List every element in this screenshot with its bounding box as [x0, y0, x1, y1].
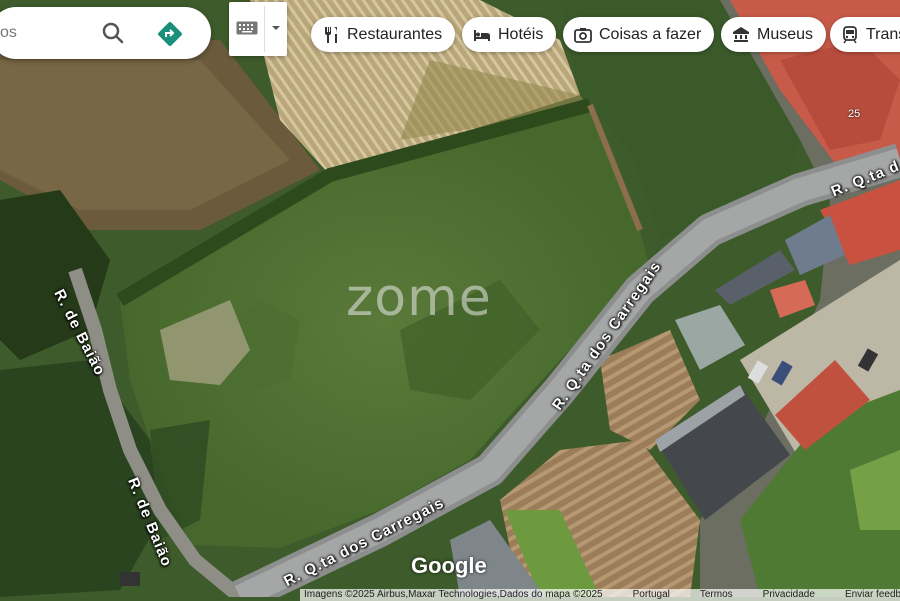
google-logo: Google	[411, 553, 487, 578]
chip-label: Museus	[757, 25, 814, 43]
privacy-link[interactable]: Privacidade	[763, 589, 815, 601]
chip-transit[interactable]: Trans	[830, 17, 900, 52]
search-icon[interactable]	[97, 17, 129, 49]
bed-icon	[473, 26, 491, 44]
keyboard-icon[interactable]	[236, 21, 258, 40]
feedback-link[interactable]: Enviar feedback	[845, 589, 900, 601]
chip-label: Restaurantes	[347, 25, 443, 43]
chevron-down-icon[interactable]	[271, 20, 281, 38]
house-number: 25	[848, 108, 861, 120]
transit-icon	[841, 25, 859, 44]
camera-icon	[574, 26, 592, 44]
chip-museums[interactable]: Museus	[721, 17, 827, 52]
chip-label: Trans	[866, 25, 900, 43]
chip-restaurants[interactable]: Restaurantes	[311, 17, 456, 52]
attribution-bar: Imagens ©2025 Airbus,Maxar Technologies,…	[300, 589, 900, 601]
divider	[264, 6, 265, 52]
fork-knife-icon	[322, 26, 340, 44]
imagery-credit: Imagens ©2025 Airbus,Maxar Technologies,…	[304, 589, 603, 600]
terms-link[interactable]: Termos	[700, 589, 733, 601]
museum-icon	[732, 26, 750, 44]
chip-label: Hotéis	[498, 25, 544, 43]
satellite-map[interactable]: R. de Baião R. de Baião R. Q.ta dos Carr…	[0, 0, 900, 601]
search-box[interactable]: os	[0, 7, 211, 59]
chip-hotels[interactable]: Hotéis	[462, 17, 557, 52]
directions-icon[interactable]	[153, 17, 187, 51]
country-link[interactable]: Portugal	[633, 589, 670, 601]
input-tools-button[interactable]	[229, 2, 287, 56]
search-input[interactable]: os	[0, 24, 17, 42]
zome-watermark: zome	[346, 268, 492, 328]
chip-label: Coisas a fazer	[599, 25, 702, 43]
chip-things-to-do[interactable]: Coisas a fazer	[563, 17, 715, 52]
